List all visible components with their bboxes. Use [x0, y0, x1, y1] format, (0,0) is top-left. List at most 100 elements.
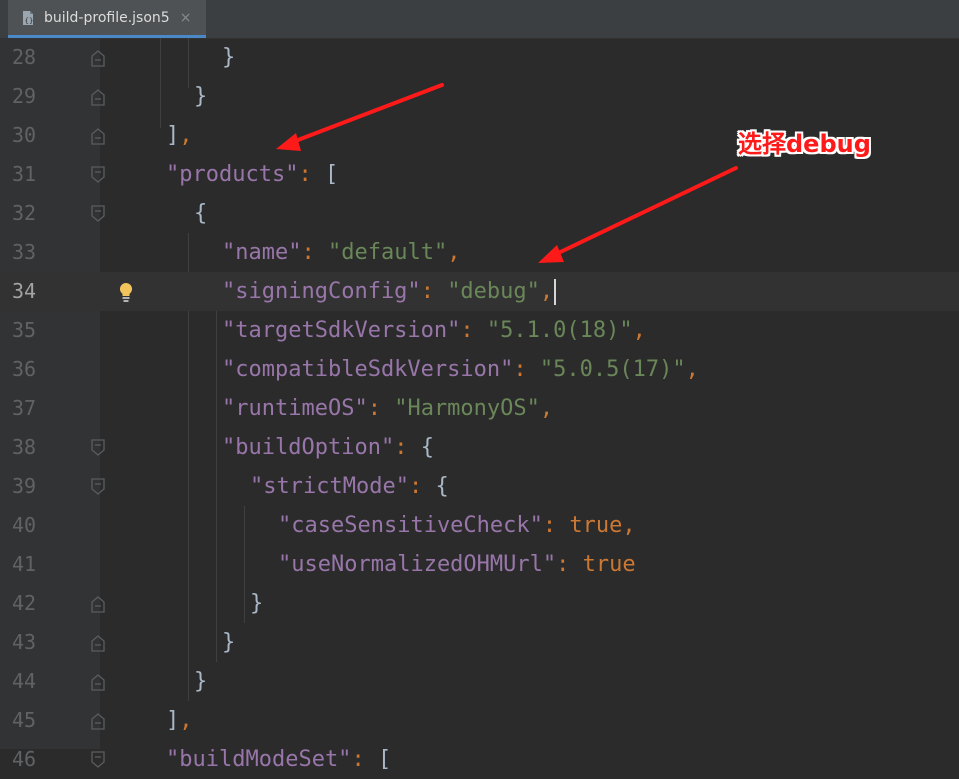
fold-open-icon[interactable]: [89, 751, 107, 769]
code-line[interactable]: 33 "name": "default",: [0, 233, 959, 272]
colon: :: [367, 396, 381, 421]
fold-close-icon[interactable]: [89, 595, 107, 613]
line-number: 37: [12, 396, 37, 420]
bracket: ]: [166, 708, 180, 733]
json-string-value: "5.0.5(17)": [539, 357, 686, 382]
bracket: [: [377, 747, 392, 772]
brace: }: [194, 669, 208, 694]
line-number: 44: [12, 669, 37, 693]
json-key: "products": [166, 162, 299, 187]
text-caret: [554, 279, 557, 305]
code-line[interactable]: 46 "buildModeSet": [: [0, 740, 959, 779]
brace: {: [420, 435, 434, 460]
json5-file-icon: {}: [20, 10, 36, 26]
line-number: 32: [12, 201, 37, 225]
line-number: 41: [12, 552, 37, 576]
code-line[interactable]: 28 }: [0, 38, 959, 77]
line-number: 35: [12, 318, 37, 342]
close-icon[interactable]: ×: [180, 10, 192, 26]
svg-text:{}: {}: [25, 17, 34, 25]
line-number: 31: [12, 162, 37, 186]
fold-close-icon[interactable]: [89, 49, 107, 67]
brace: }: [222, 45, 236, 70]
tab-label: build-profile.json5: [44, 9, 170, 26]
fold-open-icon[interactable]: [89, 439, 107, 457]
line-number: 46: [12, 747, 37, 771]
brace: }: [194, 84, 208, 109]
colon: :: [298, 162, 312, 187]
json-key: "compatibleSdkVersion": [222, 357, 514, 382]
line-number: 29: [12, 84, 37, 108]
json-string-value: "default": [327, 240, 448, 265]
lightbulb-icon[interactable]: [117, 281, 135, 303]
fold-close-icon[interactable]: [89, 712, 107, 730]
code-line[interactable]: 35 "targetSdkVersion": "5.1.0(18)",: [0, 311, 959, 350]
line-number: 42: [12, 591, 37, 615]
fold-close-icon[interactable]: [89, 127, 107, 145]
comma: ,: [622, 513, 636, 538]
code-line[interactable]: 43 }: [0, 623, 959, 662]
colon: :: [394, 435, 408, 460]
code-line[interactable]: 36 "compatibleSdkVersion": "5.0.5(17)",: [0, 350, 959, 389]
colon: :: [408, 474, 423, 499]
colon: :: [301, 240, 315, 265]
json-string-value: "debug": [447, 279, 540, 304]
brace: {: [194, 201, 208, 226]
code-line-current[interactable]: 34 "signingConfig": "debug",: [0, 272, 959, 311]
fold-open-icon[interactable]: [89, 478, 107, 496]
code-line[interactable]: 45 ],: [0, 701, 959, 740]
code-line[interactable]: 32 {: [0, 194, 959, 233]
json-key: "buildOption": [222, 435, 395, 460]
line-number: 38: [12, 435, 37, 459]
comma: ,: [685, 357, 699, 382]
brace: {: [435, 474, 449, 499]
json-key: "strictMode": [250, 474, 409, 499]
code-line[interactable]: 40 "caseSensitiveCheck": true,: [0, 506, 959, 545]
comma: ,: [539, 396, 554, 421]
bracket: [: [324, 162, 339, 187]
line-number: 28: [12, 45, 37, 69]
annotation-label: 选择debug: [738, 130, 871, 158]
line-number: 34: [12, 279, 37, 303]
fold-close-icon[interactable]: [89, 673, 107, 691]
json-key: "useNormalizedOHMUrl": [278, 552, 557, 577]
json-key: "runtimeOS": [222, 396, 368, 421]
code-line[interactable]: 39 "strictMode": {: [0, 467, 959, 506]
json-key: "targetSdkVersion": [222, 318, 461, 343]
fold-open-icon[interactable]: [89, 166, 107, 184]
comma: ,: [179, 123, 193, 148]
colon: :: [420, 279, 434, 304]
code-line[interactable]: 44 }: [0, 662, 959, 701]
line-number: 30: [12, 123, 37, 147]
bracket: ]: [166, 123, 180, 148]
code-line[interactable]: 37 "runtimeOS": "HarmonyOS",: [0, 389, 959, 428]
fold-open-icon[interactable]: [89, 205, 107, 223]
line-number: 43: [12, 630, 37, 654]
colon: :: [351, 747, 365, 772]
line-number: 33: [12, 240, 37, 264]
line-number: 39: [12, 474, 37, 498]
line-number: 45: [12, 708, 37, 732]
colon: :: [556, 552, 570, 577]
comma: ,: [179, 708, 193, 733]
json-boolean-value: true: [582, 552, 636, 577]
brace: }: [250, 591, 264, 616]
comma: ,: [632, 318, 646, 343]
code-line[interactable]: 29 }: [0, 77, 959, 116]
brace: }: [222, 630, 236, 655]
code-line[interactable]: 31 "products": [: [0, 155, 959, 194]
code-line[interactable]: 41 "useNormalizedOHMUrl": true: [0, 545, 959, 584]
json-boolean-value: true: [569, 513, 623, 538]
fold-close-icon[interactable]: [89, 88, 107, 106]
json-key: "name": [222, 240, 302, 265]
code-line[interactable]: 38 "buildOption": {: [0, 428, 959, 467]
fold-close-icon[interactable]: [89, 634, 107, 652]
editor-tab-bar: {} build-profile.json5 ×: [0, 0, 959, 39]
tab-build-profile[interactable]: {} build-profile.json5 ×: [8, 0, 206, 38]
code-line[interactable]: 42 }: [0, 584, 959, 623]
colon: :: [460, 318, 474, 343]
colon: :: [513, 357, 527, 382]
json-string-value: "5.1.0(18)": [486, 318, 633, 343]
json-string-value: "HarmonyOS": [394, 396, 540, 421]
colon: :: [542, 513, 557, 538]
